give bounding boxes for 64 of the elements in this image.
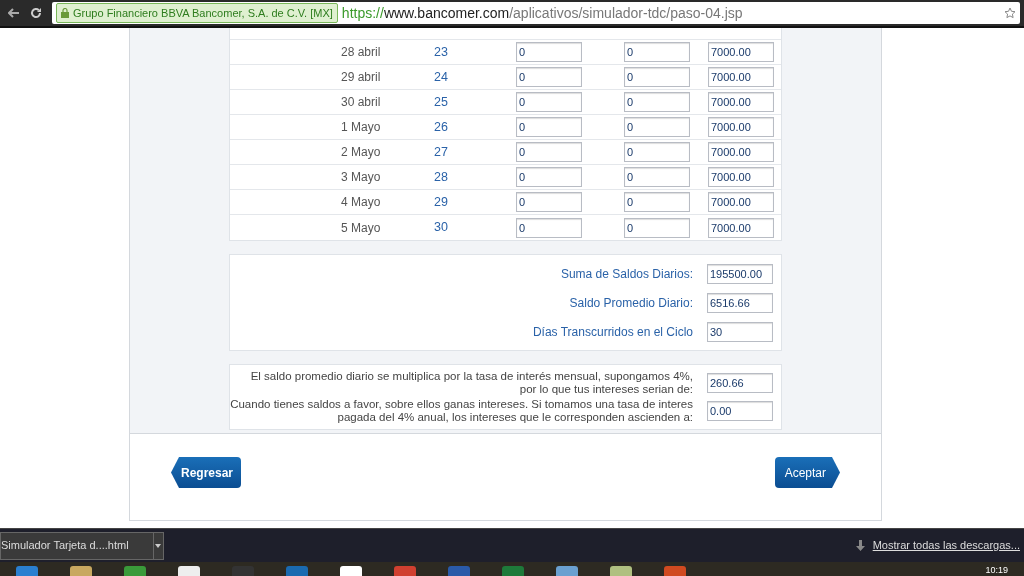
day-number: 26 — [434, 118, 449, 136]
day-number: 28 — [434, 168, 449, 186]
day-number: 30 — [434, 219, 449, 237]
date-text: 30 abril — [341, 94, 382, 111]
clock-text: 10:19 — [985, 566, 1008, 575]
reload-icon[interactable] — [30, 7, 42, 19]
summary-label: Días Transcurridos en el Ciclo — [532, 323, 693, 341]
input-field[interactable]: 0.00 — [707, 401, 773, 421]
input-field[interactable]: 0 — [516, 117, 582, 137]
input-field[interactable]: 0 — [624, 167, 690, 187]
day-number: 25 — [434, 93, 449, 111]
input-field[interactable]: 260.66 — [707, 373, 773, 393]
input-field[interactable]: 7000.00 — [708, 42, 774, 62]
input-field[interactable]: 0 — [516, 42, 582, 62]
summary-label: Saldo Promedio Diario: — [569, 294, 693, 312]
interest-explanation: Cuando tienes saldos a favor, sobre ellos ganas intereses. Si tomamos una tasa de interes pagada del 4% anual, los intereses que le corresponden ascienden a: — [230, 398, 693, 424]
date-text: 3 Mayo — [341, 169, 382, 186]
input-field[interactable]: 7000.00 — [708, 142, 774, 162]
day-number: 23 — [434, 43, 449, 61]
input-field[interactable]: 6516.66 — [707, 292, 773, 313]
download-arrow-icon — [855, 540, 865, 551]
input-field[interactable]: 7000.00 — [708, 67, 774, 87]
day-number: 29 — [434, 193, 449, 211]
summary-label: Suma de Saldos Diarios: — [560, 265, 693, 283]
date-text: 28 abril — [341, 44, 382, 61]
back-icon[interactable] — [8, 8, 20, 18]
back-button[interactable]: Regresar — [171, 457, 242, 488]
address-bar[interactable]: Grupo Financiero BBVA Bancomer, S.A. de C.V. [MX] https://www.bancomer.com/aplicativos/simulador-tdc/paso-04.jsp — [52, 2, 1020, 24]
input-field[interactable]: 0 — [516, 167, 582, 187]
download-item[interactable]: Simulador Tarjeta d....html — [0, 531, 164, 560]
input-field[interactable]: 0 — [624, 92, 690, 112]
interest-explanation: El saldo promedio diario se multiplica por la tasa de interés mensual, supongamos 4%, por lo que tus intereses serian de: — [250, 370, 693, 396]
input-field[interactable]: 0 — [516, 67, 582, 87]
date-text: 2 Mayo — [341, 144, 382, 161]
input-field[interactable]: 30 — [707, 321, 773, 342]
day-number: 24 — [434, 68, 449, 86]
input-field[interactable]: 7000.00 — [708, 192, 774, 212]
lock-icon — [61, 8, 69, 18]
input-field[interactable]: 0 — [624, 192, 690, 212]
input-field[interactable]: 195500.00 — [707, 263, 773, 284]
accept-button[interactable]: Aceptar — [774, 457, 840, 488]
input-field[interactable]: 0 — [624, 217, 690, 238]
star-icon[interactable] — [1004, 7, 1016, 19]
input-field[interactable]: 0 — [516, 92, 582, 112]
date-text: 1 Mayo — [341, 119, 382, 136]
input-field[interactable]: 7000.00 — [708, 167, 774, 187]
input-field[interactable]: 0 — [516, 217, 582, 238]
input-field[interactable]: 0 — [624, 142, 690, 162]
show-all-downloads-link[interactable]: Mostrar todas las descargas... — [872, 537, 1020, 554]
input-field[interactable]: 7000.00 — [708, 92, 774, 112]
input-field[interactable]: 0 — [624, 117, 690, 137]
input-field[interactable]: 0 — [624, 67, 690, 87]
date-text: 5 Mayo — [341, 219, 382, 237]
dropdown-caret-icon[interactable] — [155, 543, 162, 548]
url-text: https://www.bancomer.com/aplicativos/simulador-tdc/paso-04.jsp — [341, 3, 743, 23]
input-field[interactable]: 7000.00 — [708, 217, 774, 238]
input-field[interactable]: 7000.00 — [708, 117, 774, 137]
date-text: 4 Mayo — [341, 194, 382, 211]
input-field[interactable]: 0 — [516, 142, 582, 162]
input-field[interactable]: 0 — [624, 42, 690, 62]
day-number: 27 — [434, 143, 449, 161]
security-badge-text: Grupo Financiero BBVA Bancomer, S.A. de C.V. [MX] — [73, 5, 333, 21]
input-field[interactable]: 0 — [516, 192, 582, 212]
date-text: 29 abril — [341, 69, 382, 86]
